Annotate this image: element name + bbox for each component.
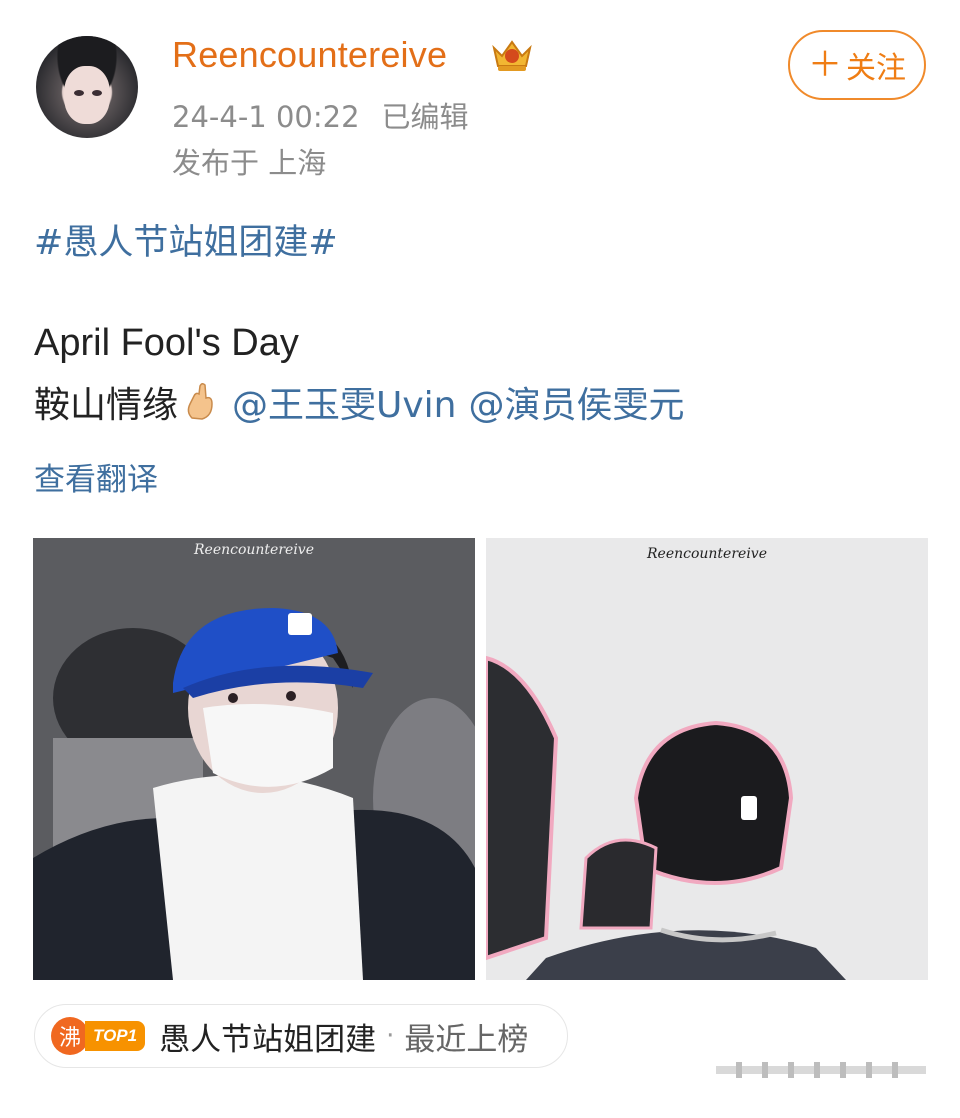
vip-crown-icon <box>492 40 532 71</box>
image-watermark-2: Reencountereive <box>647 546 767 562</box>
avatar-eye-right <box>92 90 102 96</box>
topic-link[interactable]: #愚人节站姐团建# <box>34 214 338 265</box>
avatar-eye-left <box>74 90 84 96</box>
bottom-decoration <box>716 1062 926 1078</box>
avatar[interactable] <box>36 36 138 138</box>
post-text: 鞍山情缘 <box>34 385 179 426</box>
hot-icon: 沸 <box>51 1017 89 1055</box>
mention-link-2[interactable]: @演员侯雯元 <box>469 376 685 428</box>
post-text-line2: 鞍山情缘 @王玉雯Uvin @演员侯雯元 <box>34 376 697 428</box>
mention-link-1[interactable]: @王玉雯Uvin <box>232 376 456 428</box>
hot-separator: · <box>386 1021 395 1051</box>
post-date: 24-4-1 00:22 <box>172 100 360 134</box>
post-image-1[interactable]: Reencountereive <box>33 538 475 980</box>
username[interactable]: Reencountereive <box>172 34 447 76</box>
crossed-fingers-emoji <box>187 382 213 420</box>
follow-label: 关注 <box>846 51 906 86</box>
photo-content-2 <box>486 538 928 980</box>
hot-topic-bar[interactable]: 沸 TOP1 愚人节站姐团建 · 最近上榜 <box>34 1004 568 1068</box>
follow-button[interactable]: ＋ 关注 <box>788 30 926 100</box>
image-watermark: Reencountereive <box>194 542 314 558</box>
avatar-face <box>64 66 110 124</box>
plus-icon: ＋ <box>808 45 842 85</box>
hot-status: 最近上榜 <box>404 1021 529 1058</box>
top-badge: TOP1 <box>85 1021 146 1051</box>
hot-topic-title: 愚人节站姐团建 <box>159 1021 377 1058</box>
post-image-2[interactable]: Reencountereive <box>486 538 928 980</box>
post-text-line1: April Fool's Day <box>34 322 299 364</box>
post-meta: 24-4-1 00:22 已编辑 <box>172 94 469 136</box>
post-location: 发布于 上海 <box>172 146 327 180</box>
photo-content <box>33 538 475 980</box>
edited-label[interactable]: 已编辑 <box>382 100 469 134</box>
translate-link[interactable]: 查看翻译 <box>34 454 158 499</box>
